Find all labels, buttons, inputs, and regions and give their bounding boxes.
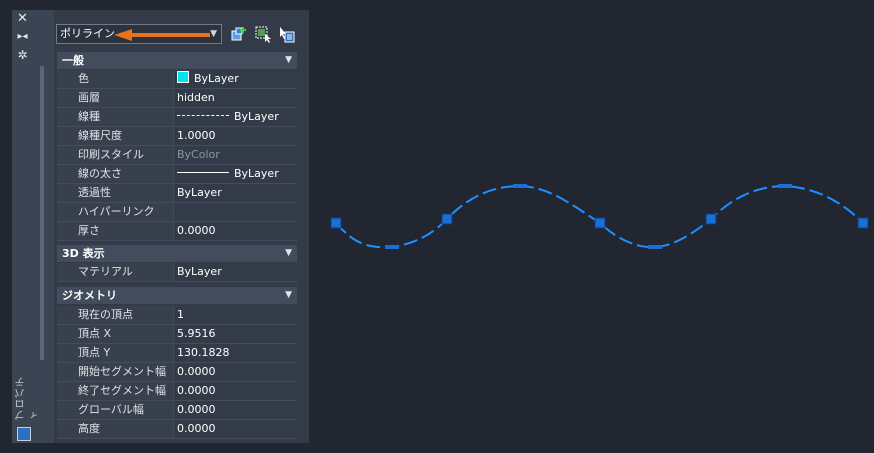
property-row-vertex-y[interactable]: 頂点 Y 130.1828	[57, 344, 297, 363]
grip-vertex-2[interactable]	[441, 213, 453, 225]
chevron-down-icon: ▼	[210, 29, 217, 39]
drawing-canvas[interactable]	[310, 150, 874, 280]
property-value[interactable]: 0.0000	[177, 222, 297, 240]
property-name: 線種	[57, 108, 174, 126]
grip-midpoint-2[interactable]	[513, 184, 527, 188]
palette-title: プロパティ	[16, 376, 42, 420]
property-row-elevation[interactable]: 高度 0.0000	[57, 420, 297, 439]
property-name: 透過性	[57, 184, 174, 202]
section-title: ジオメトリ	[62, 289, 117, 302]
section-title: 3D 表示	[62, 247, 105, 260]
property-value[interactable]: 0.0000	[177, 363, 297, 381]
properties-palette-icon	[17, 427, 31, 441]
property-value[interactable]: 5.9516	[177, 325, 297, 343]
property-row-lineweight[interactable]: 線の太さ ByLayer	[57, 165, 297, 184]
scrollbar[interactable]	[40, 66, 44, 360]
grip-midpoint-3[interactable]	[648, 245, 662, 249]
grip-vertex-3[interactable]	[594, 217, 606, 229]
property-row-start-segment-width[interactable]: 開始セグメント幅 0.0000	[57, 363, 297, 382]
property-name: 線の太さ	[57, 165, 174, 183]
property-value[interactable]: ByLayer	[177, 184, 297, 202]
annotation-arrow-icon	[114, 29, 210, 41]
property-row-linetype-scale[interactable]: 線種尺度 1.0000	[57, 127, 297, 146]
section-general-header[interactable]: 一般 ▼	[57, 52, 297, 69]
property-name: ハイパーリンク	[57, 203, 174, 221]
property-name: 色	[57, 70, 174, 88]
property-value: ByColor	[177, 148, 220, 161]
property-value[interactable]: 130.1828	[177, 344, 297, 362]
property-row-linetype[interactable]: 線種 ByLayer	[57, 108, 297, 127]
property-value[interactable]: 1	[177, 306, 297, 324]
select-objects-icon[interactable]	[254, 25, 272, 43]
selected-polyline[interactable]	[335, 184, 864, 249]
property-name: 印刷スタイル	[57, 146, 174, 164]
property-value[interactable]: ByLayer	[177, 108, 297, 126]
property-value[interactable]: 0.0000	[177, 420, 297, 438]
section-3d-visualization-header[interactable]: 3D 表示 ▼	[57, 245, 297, 262]
property-name: 頂点 X	[57, 325, 174, 343]
grip-vertex-5[interactable]	[857, 217, 869, 229]
quick-select-icon[interactable]	[277, 25, 295, 43]
property-name: 線種尺度	[57, 127, 174, 145]
property-row-transparency[interactable]: 透過性 ByLayer	[57, 184, 297, 203]
property-name: 頂点 Y	[57, 344, 174, 362]
chevron-down-icon: ▼	[285, 248, 292, 258]
grip-midpoint-4[interactable]	[778, 184, 792, 188]
property-row-vertex-x[interactable]: 頂点 X 5.9516	[57, 325, 297, 344]
section-title: 一般	[62, 54, 84, 67]
property-name: 厚さ	[57, 222, 174, 240]
property-name: グローバル幅	[57, 401, 174, 419]
section-geometry-header[interactable]: ジオメトリ ▼	[57, 287, 297, 304]
property-value[interactable]: ByLayer	[177, 70, 297, 88]
property-name: 開始セグメント幅	[57, 363, 174, 381]
property-name: 現在の頂点	[57, 306, 174, 324]
property-value[interactable]: 0.0000	[177, 382, 297, 400]
lineweight-sample	[177, 172, 229, 174]
auto-hide-icon[interactable]: ▸◂	[12, 30, 33, 44]
toggle-pickadd-icon[interactable]	[230, 25, 248, 43]
color-swatch	[177, 71, 189, 83]
property-row-thickness[interactable]: 厚さ 0.0000	[57, 222, 297, 241]
grip-vertex-1[interactable]	[330, 217, 342, 229]
grip-midpoint-1[interactable]	[385, 245, 399, 249]
property-row-plot-style[interactable]: 印刷スタイル ByColor	[57, 146, 297, 165]
linetype-sample	[177, 115, 229, 117]
properties-content: ポリライン ▼ 一般 ▼ 色 ByLayer 画層 hidden 線種 ByLa…	[54, 10, 309, 443]
property-row-color[interactable]: 色 ByLayer	[57, 70, 297, 89]
property-value[interactable]: ByLayer	[177, 165, 297, 183]
property-value[interactable]: 1.0000	[177, 127, 297, 145]
palette-title-strip: ✕ ▸◂ ✲ プロパティ	[12, 10, 42, 443]
property-row-end-segment-width[interactable]: 終了セグメント幅 0.0000	[57, 382, 297, 401]
close-icon[interactable]: ✕	[12, 12, 33, 26]
property-name: 画層	[57, 89, 174, 107]
property-name: 高度	[57, 420, 174, 438]
chevron-down-icon: ▼	[285, 290, 292, 300]
chevron-down-icon: ▼	[285, 55, 292, 65]
property-row-current-vertex[interactable]: 現在の頂点 1	[57, 306, 297, 325]
grip-vertex-4[interactable]	[705, 213, 717, 225]
property-value[interactable]: 0.0000	[177, 401, 297, 419]
property-value[interactable]: hidden	[177, 89, 297, 107]
property-name: マテリアル	[57, 263, 174, 281]
settings-icon[interactable]: ✲	[12, 48, 33, 62]
property-row-material[interactable]: マテリアル ByLayer	[57, 263, 297, 282]
property-row-layer[interactable]: 画層 hidden	[57, 89, 297, 108]
property-row-global-width[interactable]: グローバル幅 0.0000	[57, 401, 297, 420]
properties-palette: ✕ ▸◂ ✲ プロパティ ポリライン ▼ 一般 ▼ 色 ByLayer 画層 h…	[12, 10, 309, 443]
property-name: 終了セグメント幅	[57, 382, 174, 400]
property-value[interactable]: ByLayer	[177, 263, 297, 281]
property-row-hyperlink[interactable]: ハイパーリンク	[57, 203, 297, 222]
property-value[interactable]	[177, 203, 297, 221]
object-type-label: ポリライン	[60, 27, 115, 40]
